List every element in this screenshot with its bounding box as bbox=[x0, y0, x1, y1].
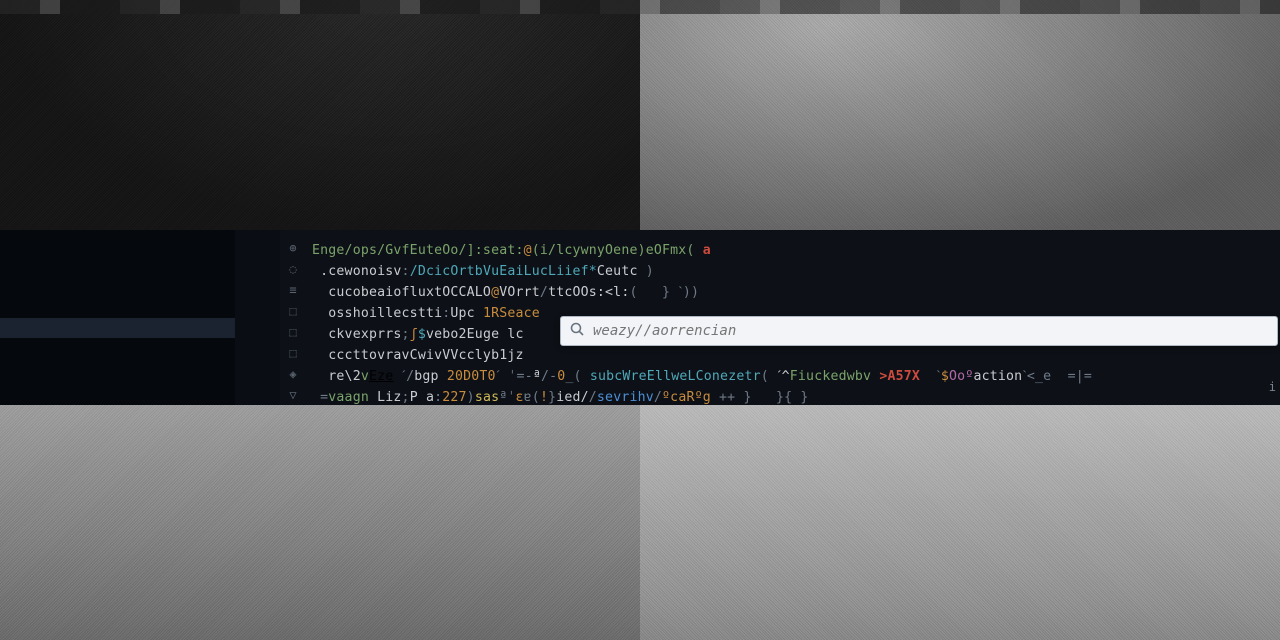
gutter-glyph-column: ⊕◌≡⬚⬚⬚◈▽ bbox=[282, 238, 304, 406]
editor-line-highlight bbox=[0, 318, 235, 338]
gutter-glyph[interactable]: ⬚ bbox=[282, 343, 304, 364]
glitch-strip bbox=[0, 0, 1280, 14]
code-line[interactable]: cucobeaiofluxtOCCALO@VOrrt/ttcOOs:<l:( }… bbox=[312, 282, 1092, 303]
code-line[interactable]: Enge/ops/GvfEuteOo/]:seat:@(i/lcywnyOene… bbox=[312, 240, 1092, 261]
panel-top-right bbox=[640, 0, 1280, 230]
gutter-glyph[interactable]: ⬚ bbox=[282, 301, 304, 322]
gutter-glyph[interactable]: ◈ bbox=[282, 364, 304, 385]
code-line[interactable]: .cewonoisv:/DcicOrtbVuEaiLucLiief*Ceutc … bbox=[312, 261, 1092, 282]
gutter-glyph[interactable]: ≡ bbox=[282, 280, 304, 301]
code-line[interactable]: =vaagn Liz;P a:227)sasªˈεɐ(!}ied//sevrih… bbox=[312, 387, 1092, 408]
search-icon bbox=[569, 321, 585, 341]
panel-bottom-right bbox=[640, 405, 1280, 640]
right-margin-indicator: i bbox=[1269, 380, 1276, 394]
code-line[interactable]: cccttovravCwivVVcclyb1jz bbox=[312, 345, 1092, 366]
code-line[interactable]: re\2vEze ˊ/bgp 20D0T0ˊ ˈ=-ª/-0_( subcWre… bbox=[312, 366, 1092, 387]
panel-bottom-left bbox=[0, 405, 640, 640]
gutter-glyph[interactable]: ⬚ bbox=[282, 322, 304, 343]
gutter-glyph[interactable]: ⊕ bbox=[282, 238, 304, 259]
gutter-glyph[interactable]: ▽ bbox=[282, 385, 304, 406]
command-palette-input[interactable] bbox=[593, 323, 1269, 339]
panel-top-left bbox=[0, 0, 640, 230]
command-palette[interactable] bbox=[560, 316, 1278, 346]
gutter-glyph[interactable]: ◌ bbox=[282, 259, 304, 280]
